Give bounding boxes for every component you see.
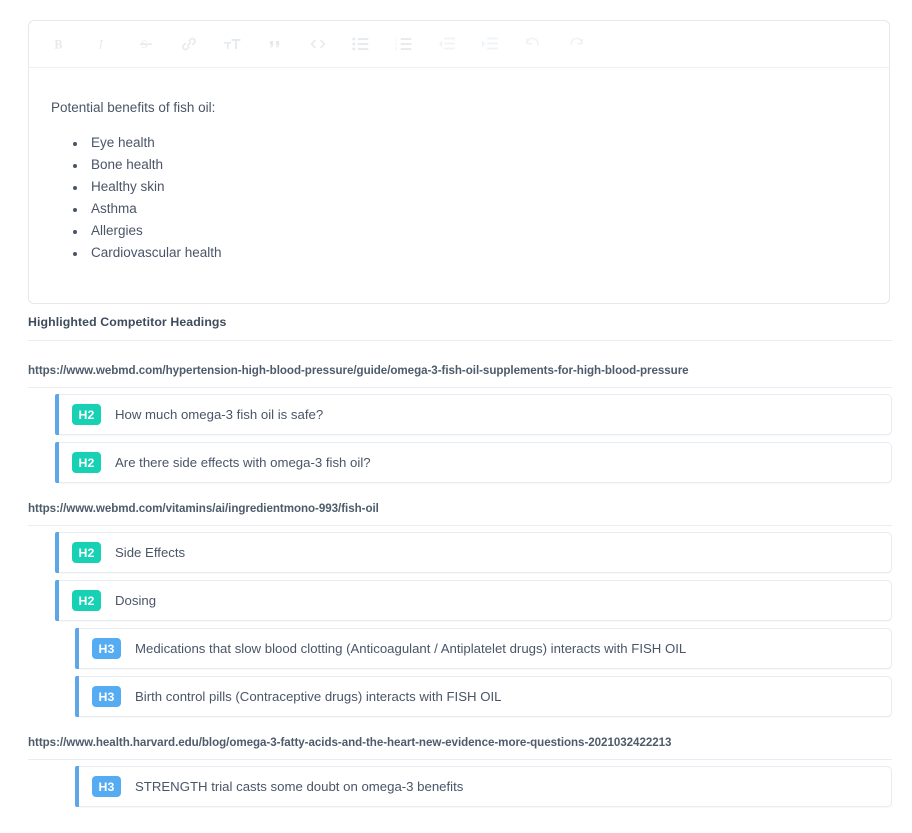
- heading-card[interactable]: H3 Medications that slow blood clotting (…: [75, 628, 892, 669]
- heading-text: How much omega-3 fish oil is safe?: [115, 407, 324, 422]
- heading-level-badge: H3: [92, 638, 121, 659]
- competitor-url-row[interactable]: https://www.health.harvard.edu/blog/omeg…: [28, 724, 892, 760]
- heading-card-body[interactable]: H2 Are there side effects with omega-3 fi…: [59, 442, 892, 483]
- svg-text:B: B: [54, 37, 62, 51]
- italic-icon[interactable]: I: [81, 24, 124, 64]
- editor-toolbar: B I S 123: [29, 21, 889, 68]
- undo-icon[interactable]: [511, 24, 554, 64]
- redo-icon[interactable]: [554, 24, 597, 64]
- editor-paragraph: Potential benefits of fish oil:: [51, 100, 216, 115]
- editor-bullet-item: Allergies: [87, 220, 867, 242]
- heading-card[interactable]: H2 Dosing: [55, 580, 892, 621]
- heading-text: Are there side effects with omega-3 fish…: [115, 455, 371, 470]
- heading-card-body[interactable]: H3 Medications that slow blood clotting (…: [79, 628, 892, 669]
- heading-text: STRENGTH trial casts some doubt on omega…: [135, 779, 464, 794]
- heading-card-group: H2 Side Effects H2 Dosing H3 Medications that…: [28, 526, 892, 717]
- heading-level-badge: H2: [72, 590, 101, 611]
- heading-card-group: H3 STRENGTH trial casts some doubt on ome…: [28, 760, 892, 807]
- heading-text: Medications that slow blood clotting (An…: [135, 641, 687, 656]
- heading-card[interactable]: H3 Birth control pills (Contraceptive dru…: [75, 676, 892, 717]
- heading-level-badge: H2: [72, 404, 101, 425]
- editor-bullet-item: Asthma: [87, 198, 867, 220]
- editor-bullet-item: Eye health: [87, 132, 867, 154]
- competitor-url-row[interactable]: https://www.webmd.com/hypertension-high-…: [28, 352, 892, 388]
- competitor-url-row[interactable]: https://www.webmd.com/vitamins/ai/ingred…: [28, 490, 892, 526]
- blockquote-icon[interactable]: [253, 24, 296, 64]
- rich-text-editor: B I S 123 Potential benefits of fish oil: E…: [28, 20, 890, 304]
- numbered-list-icon[interactable]: 123: [382, 24, 425, 64]
- heading-level-badge: H2: [72, 542, 101, 563]
- section-header: Highlighted Competitor Headings: [28, 313, 892, 341]
- page-root: B I S 123 Potential benefits of fish oil: E…: [0, 0, 912, 833]
- heading-card[interactable]: H2 Side Effects: [55, 532, 892, 573]
- editor-content-area[interactable]: Potential benefits of fish oil: Eye heal…: [29, 68, 889, 273]
- competitor-url[interactable]: https://www.webmd.com/hypertension-high-…: [28, 364, 689, 377]
- heading-card-group: H2 How much omega-3 fish oil is safe? H2 Ar…: [28, 388, 892, 483]
- text-size-icon[interactable]: [210, 24, 253, 64]
- competitor-url[interactable]: https://www.webmd.com/vitamins/ai/ingred…: [28, 502, 379, 515]
- heading-card[interactable]: H2 How much omega-3 fish oil is safe?: [55, 394, 892, 435]
- svg-text:3: 3: [395, 47, 398, 51]
- heading-card-body[interactable]: H2 Side Effects: [59, 532, 892, 573]
- heading-card-body[interactable]: H2 Dosing: [59, 580, 892, 621]
- heading-card[interactable]: H2 Are there side effects with omega-3 fi…: [55, 442, 892, 483]
- bulleted-list-icon[interactable]: [339, 24, 382, 64]
- heading-text: Birth control pills (Contraceptive drugs…: [135, 689, 502, 704]
- heading-card[interactable]: H3 STRENGTH trial casts some doubt on ome…: [75, 766, 892, 807]
- editor-bullet-list: Eye healthBone healthHealthy skinAsthmaA…: [51, 132, 867, 263]
- heading-level-badge: H3: [92, 776, 121, 797]
- outdent-icon[interactable]: [425, 24, 468, 64]
- competitor-headings-list: https://www.webmd.com/hypertension-high-…: [28, 352, 892, 814]
- section-title: Highlighted Competitor Headings: [28, 315, 227, 329]
- heading-level-badge: H3: [92, 686, 121, 707]
- editor-bullet-item: Bone health: [87, 154, 867, 176]
- heading-text: Side Effects: [115, 545, 186, 560]
- heading-level-badge: H2: [72, 452, 101, 473]
- code-icon[interactable]: [296, 24, 339, 64]
- competitor-url[interactable]: https://www.health.harvard.edu/blog/omeg…: [28, 736, 671, 749]
- svg-text:I: I: [98, 37, 104, 51]
- heading-card-body[interactable]: H2 How much omega-3 fish oil is safe?: [59, 394, 892, 435]
- heading-card-body[interactable]: H3 Birth control pills (Contraceptive dru…: [79, 676, 892, 717]
- editor-bullet-item: Cardiovascular health: [87, 242, 867, 264]
- editor-bullet-item: Healthy skin: [87, 176, 867, 198]
- strikethrough-icon[interactable]: S: [124, 24, 167, 64]
- bold-icon[interactable]: B: [38, 24, 81, 64]
- link-icon[interactable]: [167, 24, 210, 64]
- indent-icon[interactable]: [468, 24, 511, 64]
- heading-text: Dosing: [115, 593, 157, 608]
- heading-card-body[interactable]: H3 STRENGTH trial casts some doubt on ome…: [79, 766, 892, 807]
